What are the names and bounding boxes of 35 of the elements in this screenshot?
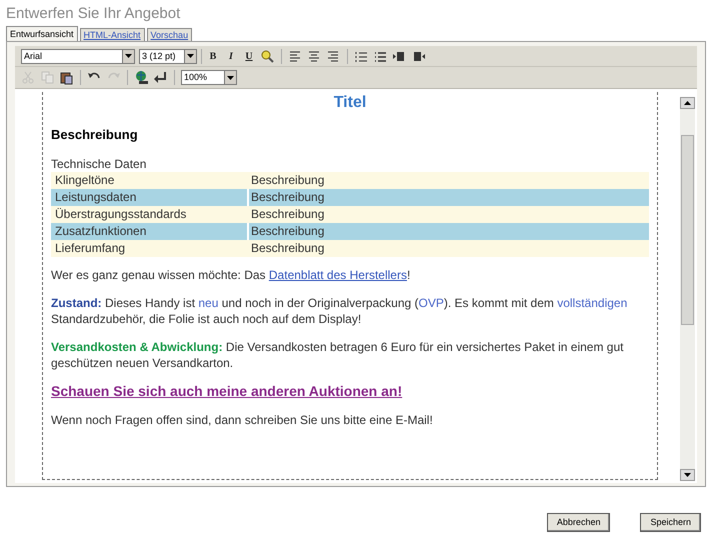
- tab[interactable]: Entwurfsansicht: [6, 26, 78, 41]
- tab[interactable]: HTML-Ansicht: [80, 28, 145, 41]
- table-cell: Zusatzfunktionen: [51, 223, 247, 240]
- clipboard-icon[interactable]: [59, 70, 74, 85]
- paragraph: Wer es ganz genau wissen möchte: Das Datenblatt des Herstellers!: [51, 267, 412, 283]
- cancel-button[interactable]: Abbrechen: [546, 513, 610, 532]
- paragraph: Wenn noch Fragen offen sind, dann schreiben Sie uns bitte eine E-Mail!: [51, 412, 434, 428]
- section-heading: Beschreibung: [51, 127, 138, 143]
- save-button[interactable]: Speichern: [640, 513, 701, 532]
- format-button[interactable]: I: [224, 48, 238, 64]
- paragraph: Versandkosten & Abwicklung: Die Versandkosten betragen 6 Euro für ein versichertes Paket in einem gut geschützen neuen Versandkarton.: [51, 339, 624, 371]
- return-arrow-icon[interactable]: [153, 70, 168, 85]
- format-button[interactable]: B: [206, 48, 220, 64]
- globe-icon[interactable]: [134, 70, 149, 85]
- table-caption: Technische Daten: [51, 157, 146, 172]
- datasheet-link[interactable]: Datenblatt des Herstellers: [268, 268, 407, 282]
- tab[interactable]: Vorschau: [146, 28, 192, 41]
- scroll-down-icon[interactable]: [680, 469, 695, 481]
- page-heading: Entwerfen Sie Ihr Angebot: [6, 4, 180, 24]
- table-cell: Beschreibung: [249, 189, 649, 206]
- table-cell: Beschreibung: [249, 223, 649, 240]
- align-center-icon[interactable]: [307, 48, 322, 64]
- paragraph: Zustand: Dieses Handy ist neu und noch in der Originalverpackung (OVP). Es kommt mit dem vollständigen Standardzubehör, die Folie ist auch noch auf dem Display!: [51, 295, 628, 327]
- size-select[interactable]: 3 (12 pt): [139, 48, 197, 64]
- format-button[interactable]: U: [242, 48, 256, 64]
- align-left-icon[interactable]: [288, 48, 303, 64]
- scrollbar[interactable]: [680, 97, 695, 481]
- auctions-link[interactable]: Schauen Sie sich auch meine anderen Auktionen an!: [51, 383, 402, 400]
- table-cell: Leistungsdaten: [51, 189, 247, 206]
- document-title: Titel: [332, 93, 368, 113]
- scroll-thumb[interactable]: [681, 135, 694, 325]
- zoom-select[interactable]: 100%: [181, 70, 237, 85]
- scroll-up-icon[interactable]: [680, 97, 695, 109]
- align-right-icon[interactable]: [326, 48, 341, 64]
- font-select[interactable]: Arial: [21, 48, 135, 64]
